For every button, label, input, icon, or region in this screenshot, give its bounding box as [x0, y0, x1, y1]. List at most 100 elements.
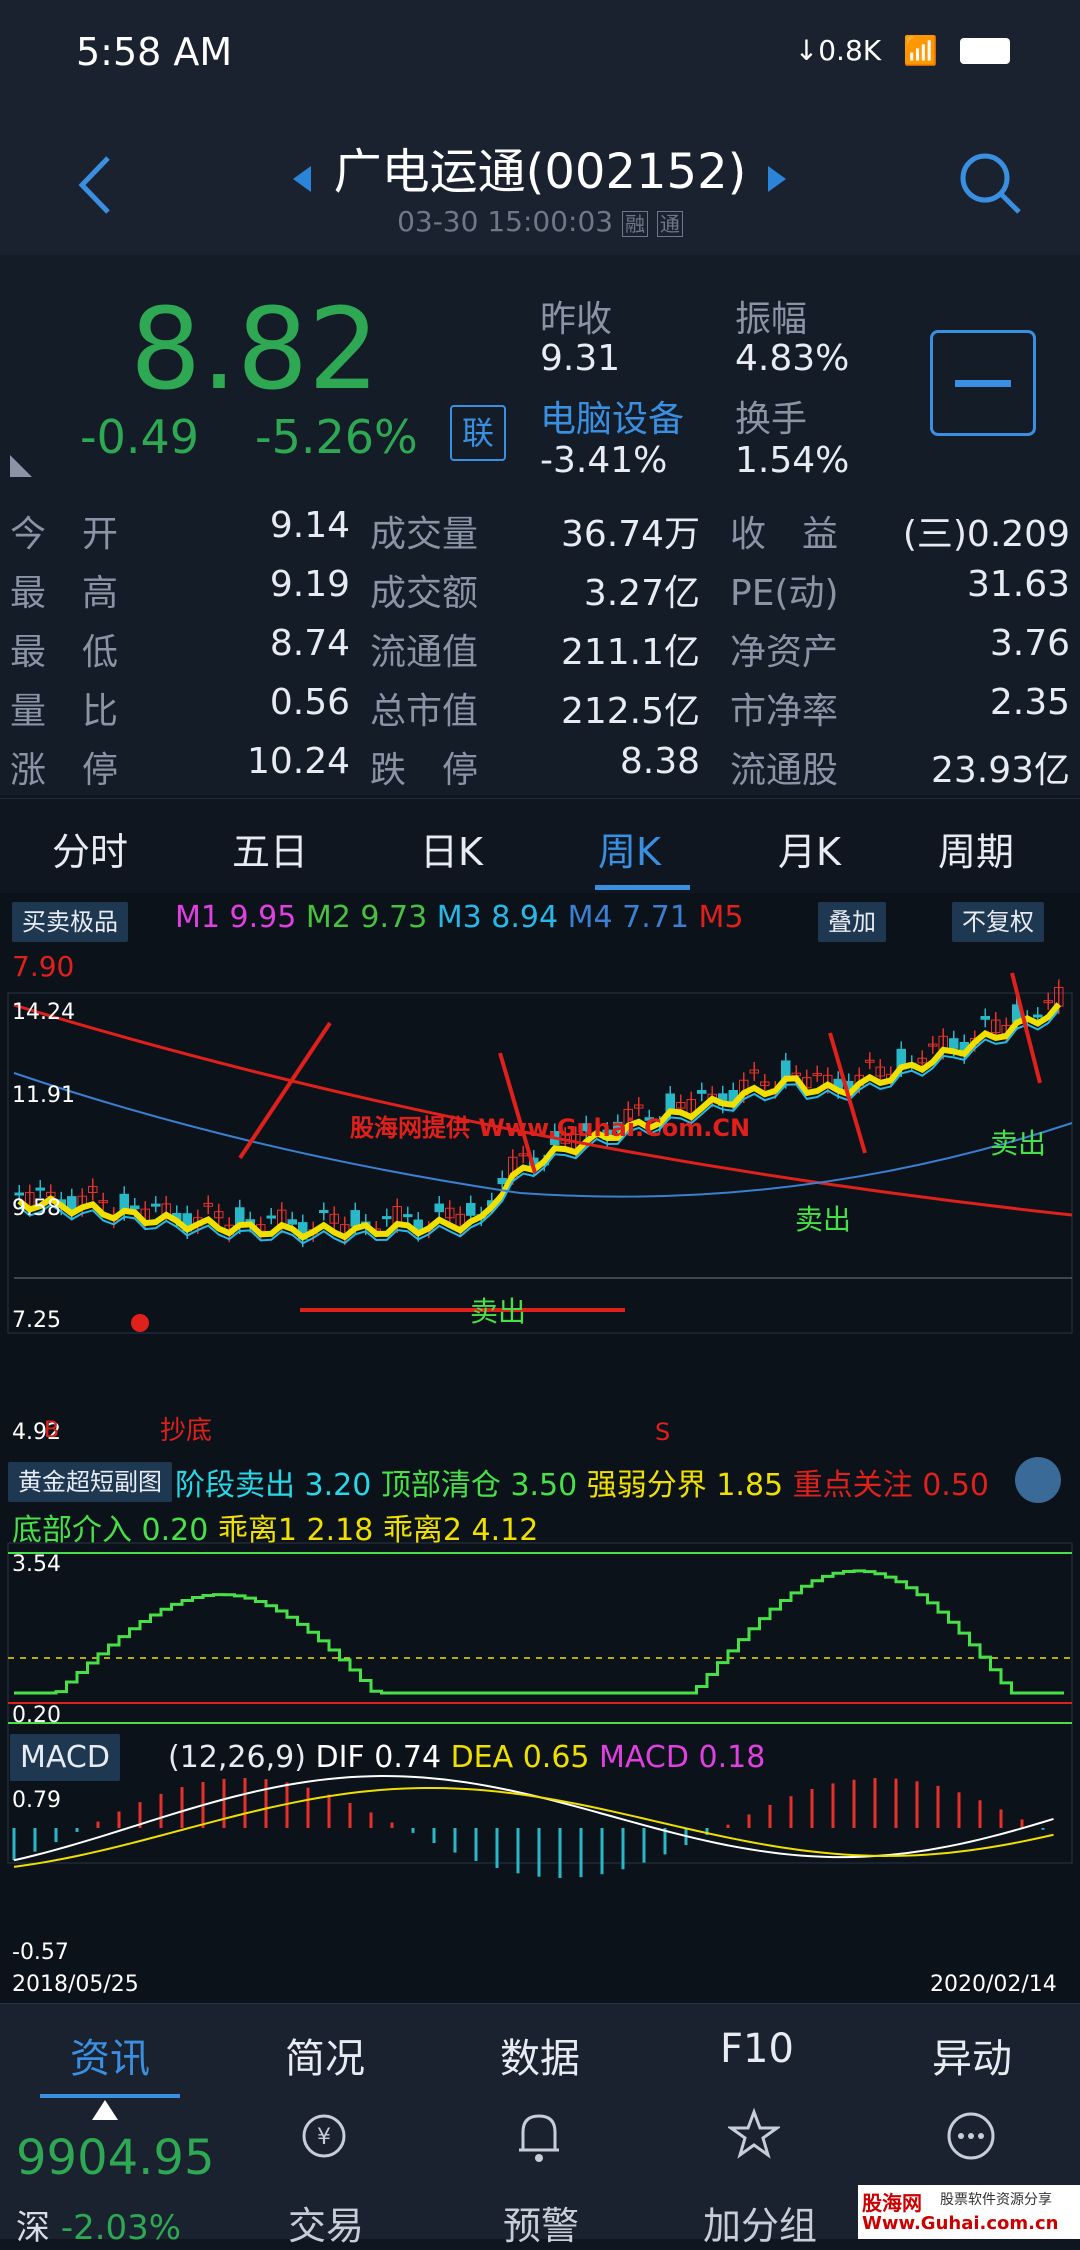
expand-icon[interactable]	[1015, 1457, 1061, 1503]
margin-badge: 融	[622, 211, 648, 237]
tab-movement[interactable]: 异动	[932, 2026, 1012, 2084]
grid-label: 总市值	[370, 691, 479, 732]
next-stock-icon[interactable]	[768, 166, 786, 192]
sell-signal: 卖出	[990, 1127, 1047, 1160]
candle-body	[35, 1187, 45, 1191]
dea-line	[13, 1786, 1054, 1868]
remove-watchlist-button[interactable]	[930, 330, 1036, 436]
content-tabs: 资讯 简况 数据 F10 异动	[0, 2003, 1080, 2099]
sub-legend-line1: 阶段卖出 3.20 顶部清仓 3.50 强弱分界 1.85 重点关注 0.50	[175, 1468, 990, 1503]
grid-value: 212.5亿	[560, 691, 700, 732]
tab-five-day[interactable]: 五日	[232, 821, 308, 876]
grid-label: 今 开	[10, 514, 119, 555]
period-tabs: 分时 五日 日K 周K 月K 周期	[0, 798, 1080, 894]
macd-tick: 0.79	[12, 1788, 61, 1813]
tab-period[interactable]: 周期	[938, 821, 1014, 876]
grid-label: 成交额	[370, 573, 479, 614]
candle-body	[14, 1192, 24, 1196]
grid-label: PE(动)	[730, 573, 839, 614]
index-value[interactable]: 9904.95	[16, 2130, 215, 2186]
index-change: 深 -2.03%	[16, 2208, 182, 2248]
grid-label: 市净率	[730, 691, 839, 732]
grid-value: 8.38	[619, 741, 700, 782]
candle-body	[403, 1214, 413, 1218]
nav-trade[interactable]: 交易	[288, 2195, 364, 2250]
grid-label: 流通股	[730, 750, 839, 791]
sector-change: -3.41%	[540, 440, 668, 481]
candle-body	[434, 1203, 444, 1213]
turnover-value: 1.54%	[735, 440, 850, 481]
candle-body	[980, 1016, 990, 1020]
grid-label: 最 低	[10, 632, 119, 673]
grid-value: 211.1亿	[560, 632, 700, 673]
caret-up-icon[interactable]	[92, 2100, 118, 2120]
sell-signal: 卖出	[470, 1295, 527, 1328]
page-title: 广电运通(002152)	[333, 144, 747, 200]
sub-step-line	[14, 1569, 1064, 1695]
more-icon[interactable]	[945, 2110, 997, 2162]
quote-grid-row: 今 开 9.14 成交量 36.74万收 益 (三)0.209	[0, 505, 1080, 563]
y-tick: 14.24	[12, 1000, 75, 1025]
kline-chart[interactable]	[0, 893, 1080, 2003]
y-tick: 7.25	[12, 1308, 61, 1333]
quote-grid-row: 涨 停 10.24 跌 停 8.38 流通股 23.93亿	[0, 741, 1080, 799]
y-tick: 9.58	[12, 1196, 61, 1221]
prev-close-label: 昨收	[540, 299, 613, 340]
date-start: 2018/05/25	[12, 1972, 139, 1997]
tab-daily-k[interactable]: 日K	[420, 821, 483, 876]
amplitude-value: 4.83%	[735, 338, 850, 379]
net-speed: ↓0.8K	[794, 34, 882, 67]
trade-icon[interactable]: ¥	[298, 2110, 350, 2162]
grid-label: 流通值	[370, 632, 479, 673]
grid-value: 3.27亿	[583, 573, 700, 614]
bottom-dot	[131, 1314, 149, 1332]
s-marker: S	[655, 1418, 671, 1446]
quote-grid-row: 最 高 9.19 成交额 3.27亿 PE(动) 31.63	[0, 564, 1080, 622]
quote-grid-row: 最 低 8.74 流通值 211.1亿 净资产 3.76	[0, 623, 1080, 681]
star-icon[interactable]	[728, 2108, 780, 2160]
tab-news[interactable]: 资讯	[70, 2026, 150, 2084]
signal-arrow	[238, 1021, 332, 1160]
candle-body	[350, 1210, 360, 1227]
tab-profile[interactable]: 简况	[285, 2026, 365, 2084]
grid-label: 收 益	[730, 514, 839, 555]
candle-body	[319, 1210, 329, 1214]
tab-f10[interactable]: F10	[720, 2026, 794, 2072]
candle-body	[1033, 1014, 1043, 1018]
price-change: -0.49	[80, 410, 200, 464]
grid-value: 0.56	[269, 682, 350, 723]
y-tick: 11.91	[12, 1083, 75, 1108]
last-price: 8.82	[130, 285, 380, 415]
search-icon[interactable]	[955, 148, 1025, 218]
grid-label: 净资产	[730, 632, 839, 673]
quote-grid-row: 量 比 0.56 总市值 212.5亿 市净率 2.35	[0, 682, 1080, 740]
b-marker: B	[44, 1418, 60, 1443]
tab-monthly-k[interactable]: 月K	[778, 821, 841, 876]
grid-label: 跌 停	[370, 750, 479, 791]
bell-icon[interactable]	[513, 2108, 565, 2164]
grid-value: 31.63	[966, 564, 1070, 605]
status-icons: ↓0.8K 📶	[795, 34, 1010, 67]
ad-banner[interactable]: 股海网 股票软件资源分享 Www.Guhai.com.cn	[858, 2185, 1080, 2239]
macd-selector[interactable]: MACD	[10, 1734, 120, 1781]
nav-alert[interactable]: 预警	[503, 2195, 579, 2250]
watermark-text: 股海网提供 Www.Guhai.Com.CN	[350, 1114, 751, 1142]
grid-label: 最 高	[10, 573, 119, 614]
svg-text:¥: ¥	[317, 2125, 331, 2150]
battery-icon	[960, 37, 1010, 64]
tab-intraday[interactable]: 分时	[52, 821, 128, 876]
sector-link[interactable]: 电脑设备	[540, 390, 684, 442]
turnover-label: 换手	[735, 399, 808, 440]
grid-value: 3.76	[989, 623, 1070, 664]
nav-add-group[interactable]: 加分组	[703, 2195, 817, 2250]
grid-value: 8.74	[269, 623, 350, 664]
link-tag[interactable]: 联	[450, 405, 506, 461]
candle-body	[697, 1090, 707, 1094]
price-change-pct: -5.26%	[255, 410, 418, 464]
tab-weekly-k[interactable]: 周K	[598, 821, 661, 876]
sell-signal: 卖出	[795, 1203, 852, 1236]
tab-data[interactable]: 数据	[500, 2026, 580, 2084]
grid-value: 2.35	[989, 682, 1070, 723]
sub-indicator-selector[interactable]: 黄金超短副图	[8, 1462, 172, 1502]
macd-tick: -0.57	[12, 1940, 69, 1965]
